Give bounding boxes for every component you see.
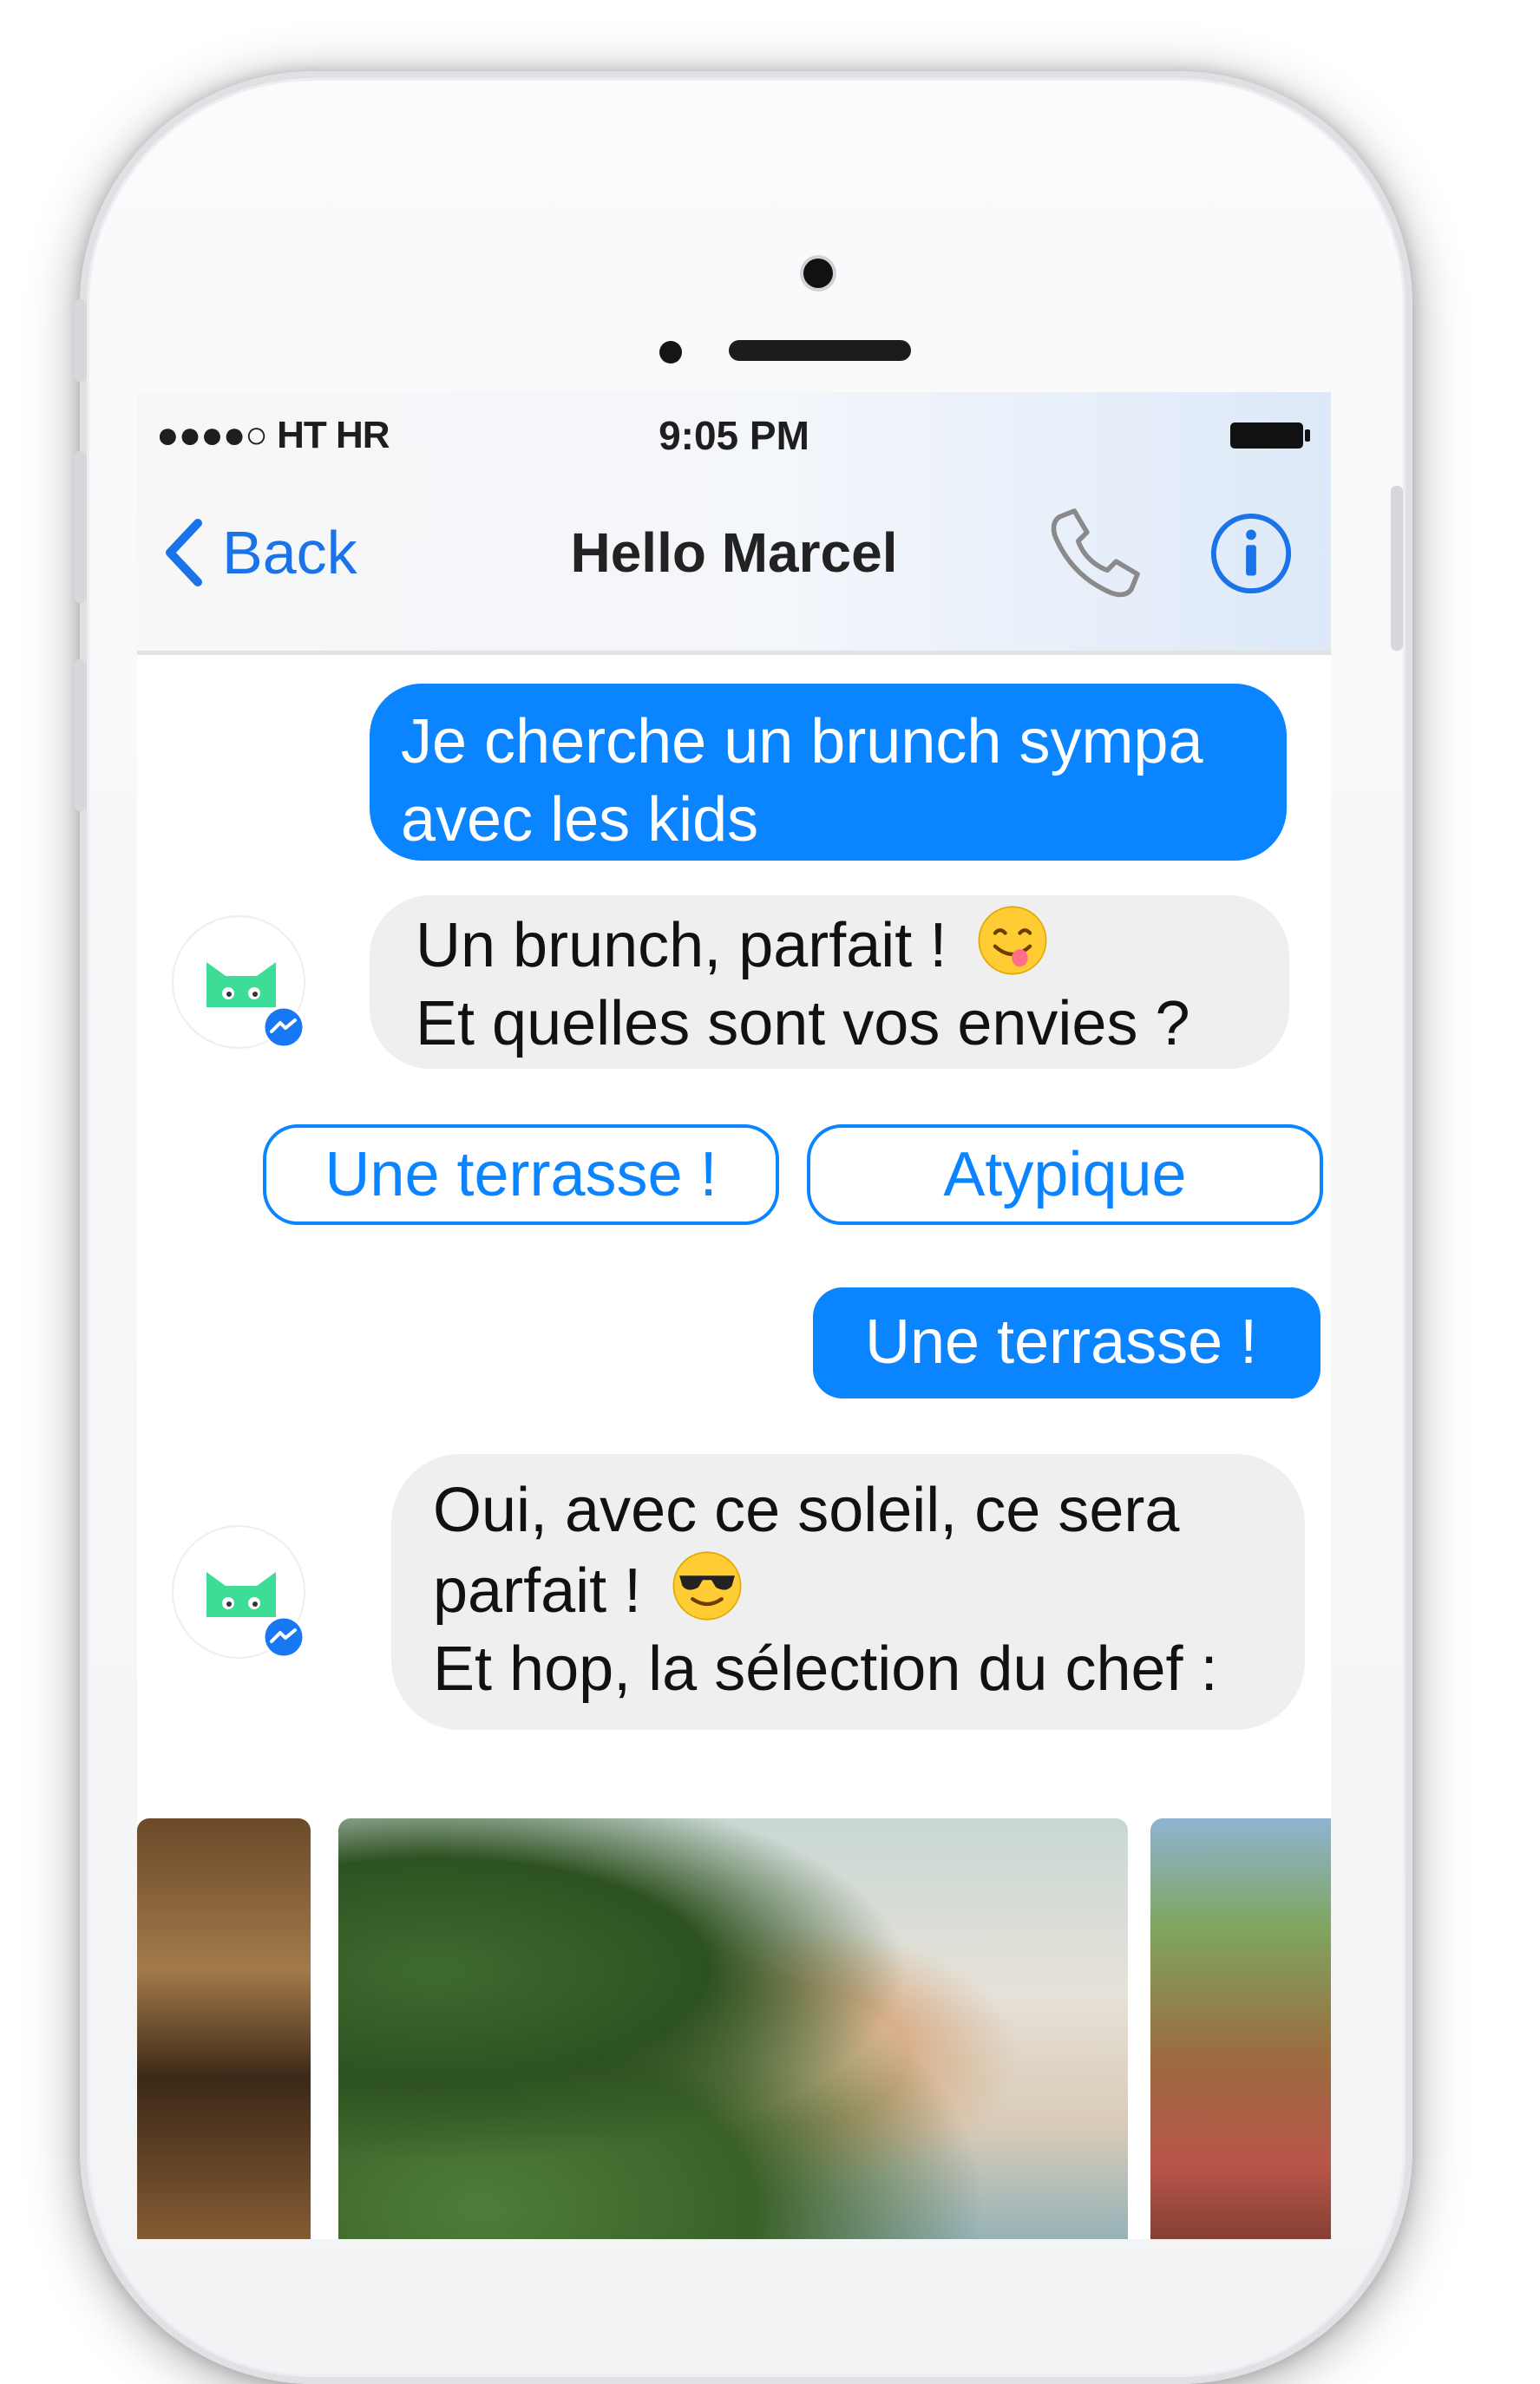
quick-reply-atypique[interactable]: Atypique [807, 1124, 1323, 1225]
volume-down-button [75, 659, 87, 811]
status-bar: ●●●●○ HT HR 9:05 PM [137, 409, 1331, 462]
carousel-card-terrasse[interactable] [338, 1818, 1128, 2239]
bot-avatar [174, 1527, 305, 1658]
info-icon[interactable] [1209, 511, 1294, 596]
outgoing-message: Une terrasse ! [813, 1287, 1320, 1398]
incoming-message: Oui, avec ce soleil, ce sera parfait ! E… [391, 1454, 1305, 1730]
messenger-icon [263, 1616, 305, 1658]
message-line: Un brunch, parfait ! [416, 904, 1289, 985]
bot-avatar [174, 917, 305, 1048]
navigation-bar: ●●●●○ HT HR 9:05 PM Back Hello Marcel [137, 392, 1331, 655]
battery-icon [1230, 422, 1310, 449]
message-line: avec les kids [401, 785, 759, 855]
status-time: 9:05 PM [659, 413, 809, 458]
outgoing-message: Je cherche un brunch sympa avec les kids [370, 684, 1287, 861]
sunglasses-emoji-icon [672, 1551, 742, 1621]
cat-logo-icon [206, 962, 276, 1007]
message-line: Et quelles sont vos envies ? [416, 989, 1190, 1058]
quick-reply-terrasse[interactable]: Une terrasse ! [263, 1124, 779, 1225]
proximity-sensor [659, 341, 682, 363]
incoming-message: Un brunch, parfait ! Et quelles sont vos… [370, 895, 1289, 1069]
messenger-icon [263, 1006, 305, 1048]
carousel-card-jardin[interactable] [1150, 1818, 1331, 2239]
yum-emoji-icon [978, 906, 1047, 975]
front-camera [803, 259, 833, 288]
message-line: parfait ! [433, 1549, 1305, 1630]
power-button [1391, 486, 1403, 651]
carousel-card-restaurant[interactable] [137, 1818, 311, 2239]
screen: ●●●●○ HT HR 9:05 PM Back Hello Marcel Je… [137, 392, 1331, 2239]
phone-call-icon[interactable] [1048, 503, 1145, 600]
message-line: Et hop, la sélection du chef : [433, 1634, 1218, 1704]
cat-logo-icon [206, 1572, 276, 1617]
conversation-title: Hello Marcel [570, 521, 898, 584]
message-line: Oui, avec ce soleil, ce sera [433, 1476, 1180, 1545]
volume-up-button [75, 451, 87, 603]
message-line: Je cherche un brunch sympa [401, 707, 1203, 776]
message-line: Une terrasse ! [865, 1307, 1258, 1377]
mute-switch [75, 299, 87, 382]
earpiece-speaker [729, 340, 911, 361]
